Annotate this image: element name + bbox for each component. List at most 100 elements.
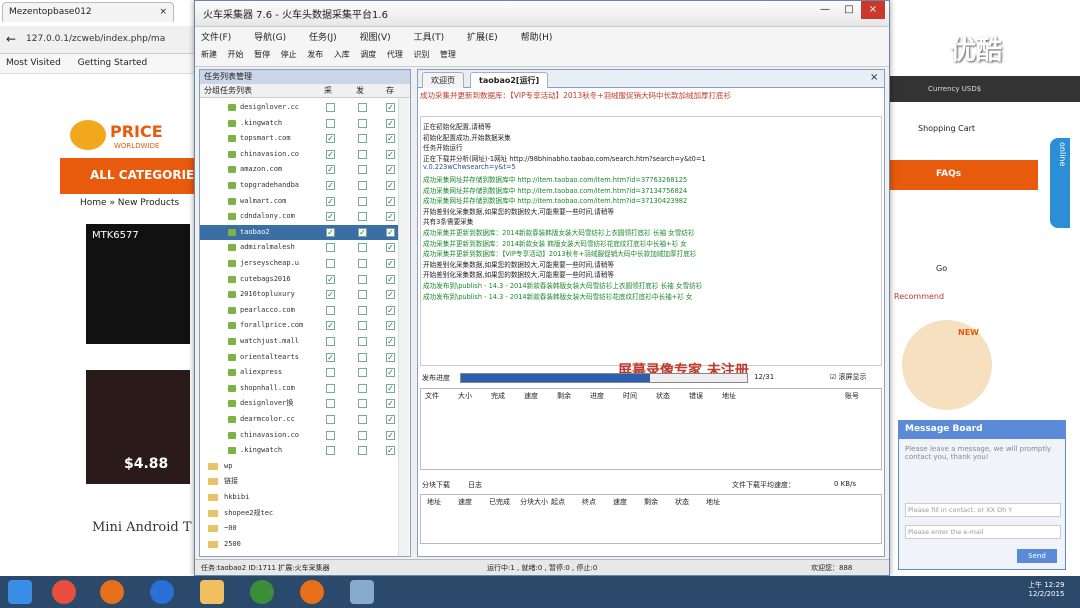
grid-column-header[interactable]: 账号 [845, 391, 859, 401]
task-checkbox[interactable] [358, 165, 367, 175]
email-field[interactable]: Please enter the e-mail [905, 525, 1061, 539]
download-grid[interactable]: 文件 大小 完成 速度 剩余 进度 时间 状态 错误 地址 账号 [420, 388, 882, 470]
go-button[interactable]: Go [936, 264, 947, 273]
task-checkbox[interactable]: ✓ [386, 352, 395, 362]
stop-button[interactable]: 停止 [281, 50, 297, 59]
task-checkbox[interactable]: ✓ [386, 243, 395, 253]
tree-item[interactable]: aliexpress ✓ [200, 365, 400, 381]
browser-tab[interactable]: Mezentopbase012 × [2, 2, 174, 22]
task-checkbox[interactable] [358, 196, 367, 206]
task-checkbox[interactable] [358, 415, 367, 424]
address-bar[interactable]: ← 127.0.0.1/zcweb/index.php/ma [0, 26, 200, 54]
task-checkbox[interactable]: ✓ [386, 415, 395, 424]
task-checkbox[interactable]: ✓ [386, 134, 395, 144]
app-icon[interactable] [350, 580, 374, 604]
task-checkbox[interactable] [358, 337, 367, 346]
start-icon[interactable] [8, 580, 32, 604]
nav-faqs[interactable]: FAQs [888, 160, 1038, 190]
back-icon[interactable]: ← [6, 32, 16, 46]
task-checkbox[interactable]: ✓ [386, 446, 395, 456]
task-checkbox[interactable] [326, 103, 335, 112]
task-checkbox[interactable]: ✓ [386, 118, 395, 128]
grid-column-header[interactable]: 文件 [425, 391, 439, 401]
shopping-cart[interactable]: Shopping Cart [918, 124, 975, 133]
currency-bar[interactable]: Currency USD$ [888, 76, 1080, 102]
task-checkbox[interactable] [358, 181, 367, 190]
chrome-icon[interactable] [52, 580, 76, 604]
task-checkbox[interactable] [326, 446, 335, 456]
task-checkbox[interactable] [326, 337, 335, 346]
chunk-column-header[interactable]: 终点 [582, 497, 596, 507]
task-checkbox[interactable]: ✓ [386, 196, 395, 206]
task-checkbox[interactable] [358, 243, 367, 253]
tree-folder[interactable]: 链接 [200, 474, 400, 490]
tree-item[interactable]: chinavasion.co ✓ [200, 428, 400, 444]
task-checkbox[interactable]: ✓ [326, 321, 335, 331]
tree-item[interactable]: chinavasion.co ✓ ✓ [200, 147, 400, 163]
title-bar[interactable]: 火车采集器 7.6 - 火车头数据采集平台1.6 — □ × [195, 1, 889, 27]
task-checkbox[interactable] [358, 118, 367, 128]
tree-folder[interactable]: shopee2规tec [200, 506, 400, 522]
tree-item[interactable]: designlover换 ✓ [200, 396, 400, 412]
grid-column-header[interactable]: 地址 [722, 391, 736, 401]
task-checkbox[interactable] [358, 352, 367, 362]
tree-folder[interactable]: ~00 [200, 521, 400, 537]
product-phone[interactable]: MTK6577 [86, 224, 190, 344]
tree-folder[interactable]: hkbibi [200, 490, 400, 506]
task-checkbox[interactable] [358, 368, 367, 378]
close-icon[interactable]: × [861, 1, 885, 19]
task-checkbox[interactable]: ✓ [326, 352, 335, 362]
task-checkbox[interactable] [326, 243, 335, 253]
tab-chunk-download[interactable]: 分块下载 [422, 480, 450, 490]
task-checkbox[interactable]: ✓ [386, 181, 395, 190]
chunk-column-header[interactable]: 地址 [427, 497, 441, 507]
task-checkbox[interactable] [358, 259, 367, 268]
task-checkbox[interactable] [358, 149, 367, 159]
task-checkbox[interactable]: ✓ [386, 337, 395, 346]
tree-item[interactable]: shopnhall.com ✓ [200, 381, 400, 397]
tree-item[interactable]: taobao2 ✓ ✓ ✓ [200, 224, 400, 241]
site-logo[interactable]: PRICE WORLDWIDE [70, 118, 200, 152]
bookmark-most-visited[interactable]: Most Visited [6, 58, 61, 68]
task-checkbox[interactable]: ✓ [386, 430, 395, 440]
menu-help[interactable]: 帮助(H) [521, 33, 553, 43]
recommend-label[interactable]: Recommend [894, 292, 944, 301]
chunk-column-header[interactable]: 起点 [551, 497, 565, 507]
firefox-icon[interactable] [100, 580, 124, 604]
tree-item[interactable]: watchjust.mall ✓ [200, 334, 400, 350]
col-publish[interactable]: 发 [356, 85, 364, 96]
tree-scrollbar[interactable] [398, 98, 409, 556]
task-checkbox[interactable] [358, 321, 367, 331]
breadcrumb[interactable]: Home » New Products [80, 198, 179, 208]
task-checkbox[interactable] [358, 274, 367, 284]
grid-column-header[interactable]: 进度 [590, 391, 604, 401]
send-button[interactable]: Send [1017, 549, 1057, 563]
task-checkbox[interactable]: ✓ [386, 227, 395, 237]
tree-folder[interactable]: wp [200, 459, 400, 475]
chunk-column-header[interactable]: 状态 [675, 497, 689, 507]
tree-item[interactable]: .kingwatch ✓ [200, 116, 400, 132]
task-checkbox[interactable]: ✓ [386, 383, 395, 393]
task-checkbox[interactable] [326, 415, 335, 424]
tree-item[interactable]: pearlacco.com ✓ [200, 303, 400, 319]
schedule-button[interactable]: 调度 [360, 50, 376, 59]
online-tab[interactable]: online [1050, 138, 1070, 228]
task-checkbox[interactable]: ✓ [326, 227, 335, 237]
task-checkbox[interactable]: ✓ [326, 181, 335, 190]
menu-extend[interactable]: 扩展(E) [467, 33, 498, 43]
clock[interactable]: 上午 12:29 12/2/2015 [1028, 580, 1064, 598]
grid-column-header[interactable]: 时间 [623, 391, 637, 401]
tree-item[interactable]: amazon.com ✓ ✓ [200, 162, 400, 178]
recognize-button[interactable]: 识别 [413, 50, 429, 59]
minimize-icon[interactable]: — [813, 1, 837, 19]
tree-item[interactable]: walmart.com ✓ ✓ [200, 194, 400, 210]
task-checkbox[interactable]: ✓ [386, 165, 395, 175]
chunk-column-header[interactable]: 地址 [706, 497, 720, 507]
tab-taobao2[interactable]: taobao2[运行] [470, 72, 549, 88]
maximize-icon[interactable]: □ [837, 1, 861, 19]
task-checkbox[interactable]: ✓ [386, 259, 395, 268]
grid-column-header[interactable]: 完成 [491, 391, 505, 401]
grid-column-header[interactable]: 大小 [458, 391, 472, 401]
task-checkbox[interactable] [326, 305, 335, 315]
task-checkbox[interactable]: ✓ [326, 196, 335, 206]
